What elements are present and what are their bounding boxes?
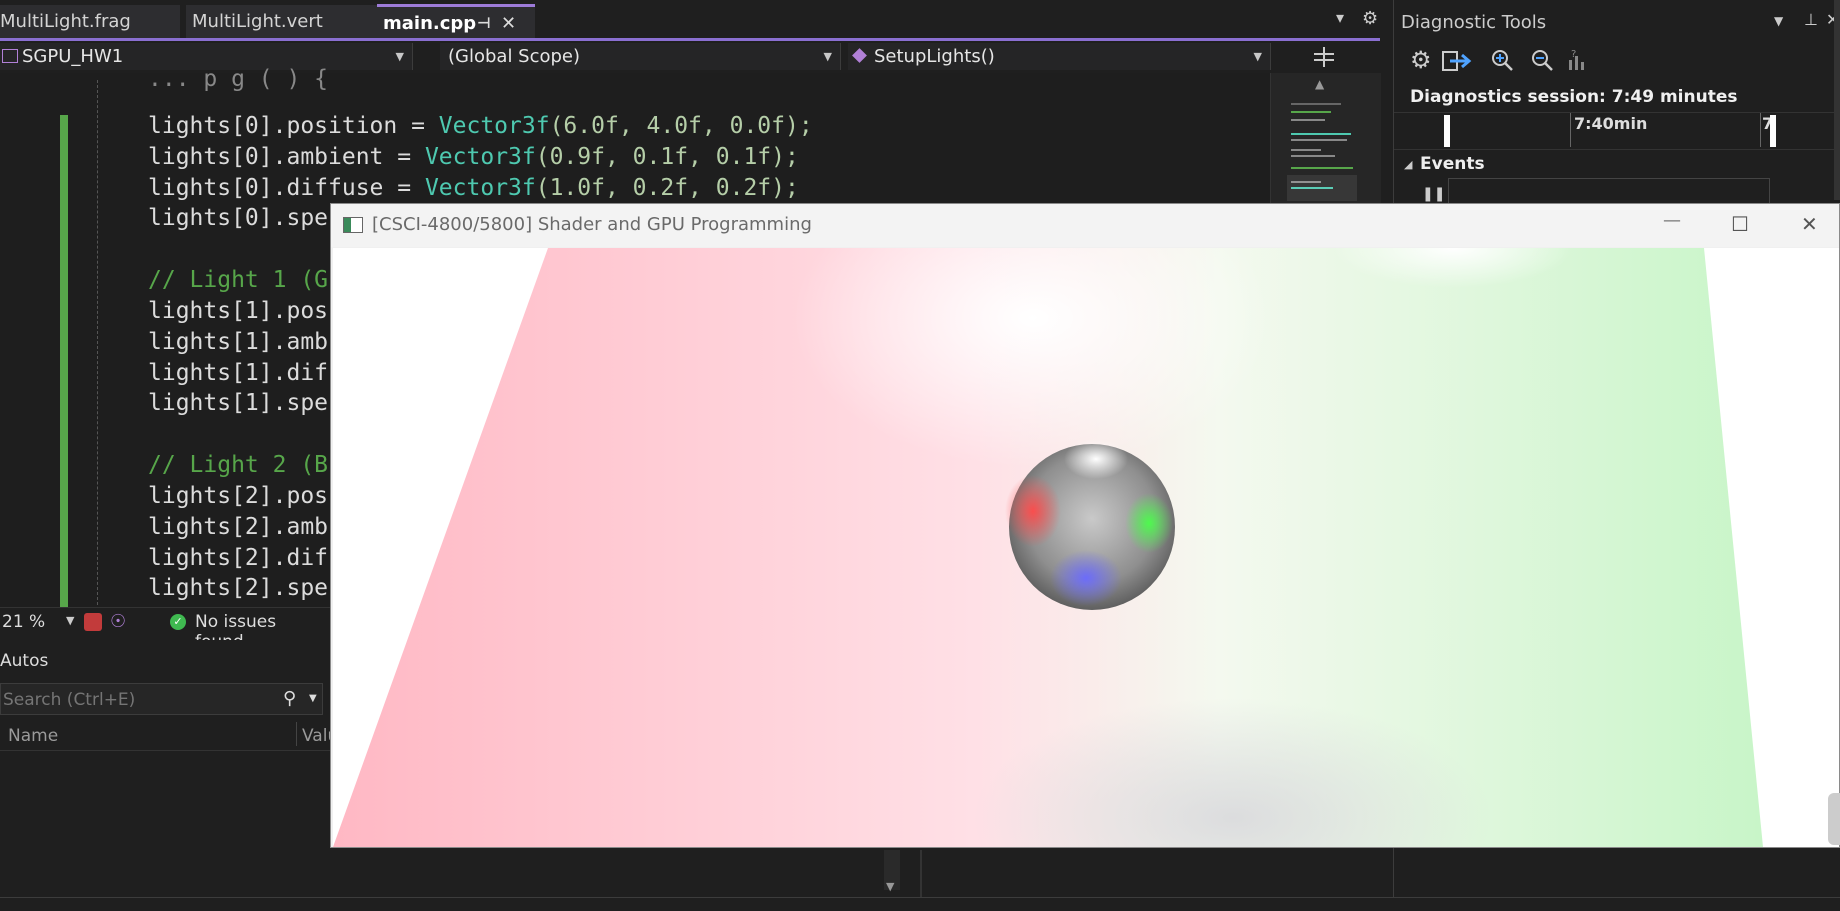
close-window-button[interactable]: ✕ bbox=[1801, 212, 1818, 236]
project-name: SGPU_HW1 bbox=[22, 46, 124, 67]
project-icon bbox=[2, 49, 18, 63]
pause-icon[interactable]: ❚❚ bbox=[1422, 186, 1445, 202]
member-combo[interactable]: SetupLights() ▼ bbox=[848, 43, 1271, 70]
code-line-partial: ... p g ( ) { bbox=[148, 66, 329, 92]
code-line: lights[1].posi bbox=[148, 298, 342, 324]
code-line: lights[2].ambi bbox=[148, 513, 342, 540]
chevron-down-icon: ▼ bbox=[1253, 50, 1262, 63]
code-line: lights[1].ambi bbox=[148, 328, 342, 355]
tab-label: MultiLight.frag bbox=[0, 11, 131, 32]
autos-search-input[interactable] bbox=[1, 684, 275, 716]
code-line: lights[2].dif bbox=[148, 544, 329, 571]
code-line: lights[2].spec bbox=[148, 575, 342, 602]
document-tab-strip: MultiLight.frag MultiLight.vert main.cpp… bbox=[0, 0, 1380, 40]
code-line: lights[1].dif bbox=[148, 359, 329, 386]
code-line: // Light 1 (G bbox=[148, 267, 329, 294]
check-circle-icon: ✓ bbox=[170, 614, 186, 630]
window-title: [CSCI-4800/5800] Shader and GPU Programm… bbox=[372, 214, 812, 235]
tab-label: MultiLight.vert bbox=[192, 11, 323, 32]
pin-icon[interactable]: ⊥ bbox=[1804, 10, 1818, 29]
window-scroll-handle[interactable] bbox=[1828, 793, 1840, 845]
search-options-chevron-icon[interactable]: ▼ bbox=[309, 693, 317, 704]
code-line: lights[0].diffuse = Vector3f(1.0f, 0.2f,… bbox=[148, 174, 799, 201]
code-line: lights[0].spe bbox=[148, 205, 329, 232]
events-section-title[interactable]: Events bbox=[1420, 154, 1485, 174]
chevron-down-icon: ▼ bbox=[823, 50, 832, 63]
autos-grid-header: Name Valu bbox=[0, 720, 338, 751]
pin-icon[interactable]: ⊣ bbox=[477, 7, 491, 40]
tab-main-cpp[interactable]: main.cpp ⊣ ✕ bbox=[377, 4, 535, 40]
scope-combo[interactable]: (Global Scope) ▼ bbox=[440, 43, 841, 70]
search-icon[interactable]: ⚲ bbox=[283, 688, 296, 709]
copilot-icon[interactable] bbox=[84, 613, 102, 631]
scroll-up-icon[interactable]: ▲ bbox=[1315, 77, 1324, 91]
timeline-ruler[interactable]: 7:40min 7 bbox=[1394, 112, 1840, 150]
tab-multilight-vert[interactable]: MultiLight.vert bbox=[186, 5, 377, 38]
render-viewport[interactable] bbox=[333, 248, 1839, 847]
column-header-name[interactable]: Name bbox=[8, 726, 58, 746]
code-line: // Light 2 (B bbox=[148, 452, 329, 479]
panel-divider bbox=[920, 850, 922, 898]
timeline-selection-handle-right[interactable] bbox=[1770, 115, 1776, 147]
indent-guide bbox=[97, 80, 98, 605]
close-icon[interactable]: ✕ bbox=[501, 7, 516, 40]
split-editor-icon[interactable] bbox=[1306, 45, 1342, 69]
editor-status-bar: 21 % ▼ ☉ ✓ No issues found bbox=[0, 607, 330, 652]
settings-icon[interactable]: ⚙ bbox=[1362, 8, 1378, 29]
zoom-in-icon[interactable] bbox=[1490, 48, 1514, 72]
timeline-label: 7:40min bbox=[1574, 114, 1648, 133]
select-tools-icon[interactable] bbox=[1442, 50, 1472, 72]
autos-vertical-scrollbar[interactable]: ▼ bbox=[884, 850, 900, 893]
member-label: SetupLights() bbox=[874, 46, 995, 67]
minimize-button[interactable]: — bbox=[1663, 210, 1681, 231]
tab-overflow-dropdown-icon[interactable]: ▾ bbox=[1336, 8, 1344, 27]
change-tracking-bar bbox=[60, 115, 68, 607]
scope-label: (Global Scope) bbox=[448, 46, 581, 67]
code-line: lights[2].posi bbox=[148, 483, 342, 509]
tab-multilight-frag[interactable]: MultiLight.frag bbox=[0, 5, 180, 38]
code-line: lights[1].spec bbox=[148, 390, 342, 417]
minimap-viewport[interactable] bbox=[1287, 175, 1357, 201]
app-icon bbox=[343, 217, 363, 233]
settings-icon[interactable]: ⚙ bbox=[1410, 46, 1432, 74]
zoom-dropdown-icon[interactable]: ▼ bbox=[66, 614, 74, 627]
zoom-out-icon[interactable] bbox=[1530, 48, 1554, 72]
scroll-down-icon[interactable]: ▼ bbox=[886, 880, 894, 893]
collapse-triangle-icon[interactable]: ◢ bbox=[1404, 158, 1412, 171]
diagnostic-scrollbar[interactable] bbox=[1834, 0, 1840, 200]
code-line: lights[0].ambient = Vector3f(0.9f, 0.1f,… bbox=[148, 143, 799, 170]
timeline-selection-handle-left[interactable] bbox=[1444, 115, 1450, 147]
events-track bbox=[1448, 178, 1770, 204]
method-icon bbox=[852, 48, 867, 63]
svg-text:?: ? bbox=[1571, 49, 1576, 60]
window-menu-chevron-icon[interactable]: ▼ bbox=[1774, 14, 1783, 28]
zoom-level[interactable]: 21 % bbox=[2, 612, 45, 632]
window-title-bar[interactable]: [CSCI-4800/5800] Shader and GPU Programm… bbox=[331, 204, 1839, 247]
diagnostic-tools-title: Diagnostic Tools bbox=[1401, 12, 1547, 33]
tab-label: main.cpp bbox=[383, 13, 477, 34]
reset-view-icon[interactable]: ? bbox=[1566, 48, 1590, 72]
intellicode-icon[interactable]: ☉ bbox=[110, 611, 126, 632]
autos-search-box[interactable]: ⚲ ▼ bbox=[0, 683, 323, 716]
chevron-down-icon: ▼ bbox=[395, 50, 404, 63]
opengl-app-window[interactable]: [CSCI-4800/5800] Shader and GPU Programm… bbox=[330, 203, 1840, 848]
bottom-status-strip bbox=[0, 897, 1840, 911]
diagnostics-session-label: Diagnostics session: 7:49 minutes bbox=[1410, 87, 1738, 107]
maximize-button[interactable]: ☐ bbox=[1731, 212, 1749, 236]
autos-title: Autos bbox=[0, 651, 49, 671]
code-line: lights[0].position = Vector3f(6.0f, 4.0f… bbox=[148, 113, 813, 139]
